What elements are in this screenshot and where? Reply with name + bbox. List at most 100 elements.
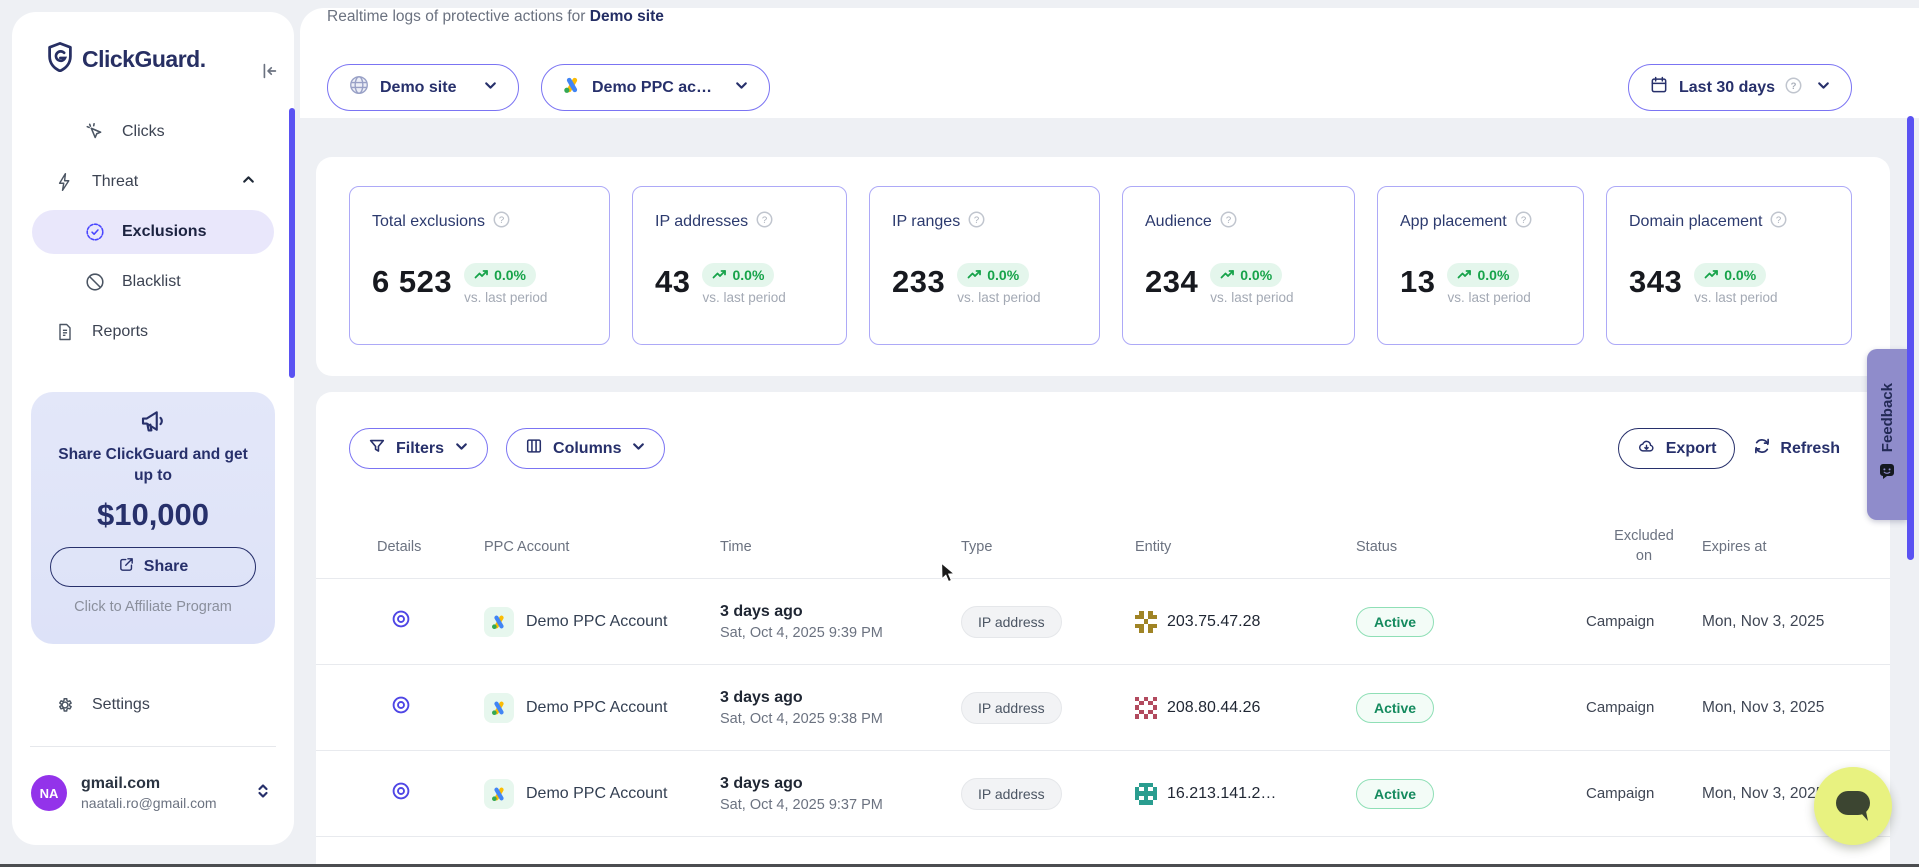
sidebar-item-clicks[interactable]: Clicks: [32, 110, 274, 154]
page-scrollbar[interactable]: [1907, 116, 1914, 560]
stat-card: App placement?130.0%vs. last period: [1377, 186, 1584, 345]
status-badge: Active: [1356, 693, 1434, 723]
stat-delta: 0.0%: [732, 267, 764, 283]
megaphone-icon: [137, 423, 169, 440]
time-cell: 3 days ago Sat, Oct 4, 2025 9:37 PM: [720, 775, 961, 813]
entity-identicon: [1135, 783, 1157, 805]
brand-name: ClickGuard.: [82, 46, 206, 73]
sidebar-item-label: Threat: [92, 173, 138, 191]
columns-button[interactable]: Columns: [506, 428, 665, 469]
entity-cell: 208.80.44.26: [1135, 697, 1356, 719]
feedback-tab[interactable]: Feedback: [1867, 349, 1907, 520]
sidebar-item-blacklist[interactable]: Blacklist: [32, 260, 274, 304]
sidebar-item-label: Blacklist: [122, 273, 181, 291]
column-header: Status: [1356, 539, 1586, 555]
stat-value: 6 523: [372, 266, 452, 311]
avatar: NA: [31, 775, 67, 811]
trending-up-icon: [1220, 267, 1235, 283]
google-ads-icon: [562, 75, 582, 100]
funnel-icon: [368, 437, 386, 460]
stat-title: Domain placement: [1629, 213, 1762, 231]
filters-button[interactable]: Filters: [349, 428, 488, 469]
exclusions-table: DetailsPPC AccountTimeTypeEntityStatusEx…: [316, 516, 1890, 867]
entity-value: 208.80.44.26: [1167, 699, 1260, 717]
question-circle-icon[interactable]: ?: [968, 211, 985, 233]
share-button-label: Share: [144, 558, 188, 576]
type-badge: IP address: [961, 606, 1062, 638]
details-eye-icon[interactable]: [390, 694, 412, 716]
column-header: Entity: [1135, 539, 1356, 555]
expires-at-cell: Mon, Nov 3, 2025: [1702, 613, 1890, 631]
shield-logo-icon: [46, 42, 74, 77]
question-circle-icon[interactable]: ?: [1220, 211, 1237, 233]
entity-cell: 203.75.47.28: [1135, 611, 1356, 633]
question-circle-icon[interactable]: ?: [1770, 211, 1787, 233]
chat-widget-button[interactable]: [1814, 767, 1892, 845]
refresh-button[interactable]: Refresh: [1753, 428, 1840, 469]
page-subtitle: Realtime logs of protective actions for …: [327, 8, 664, 26]
affiliate-promo-card[interactable]: Share ClickGuard and get up to $10,000 S…: [31, 392, 275, 644]
export-button[interactable]: Export: [1618, 428, 1736, 469]
refresh-button-label: Refresh: [1780, 440, 1840, 458]
stat-compare-label: vs. last period: [1447, 290, 1530, 311]
sidebar-scrollbar[interactable]: [289, 108, 295, 378]
sidebar-collapse-icon[interactable]: [258, 60, 280, 87]
date-range-dropdown[interactable]: Last 30 days ?: [1628, 64, 1852, 111]
time-absolute: Sat, Oct 4, 2025 9:39 PM: [720, 625, 961, 641]
stat-card: IP ranges?2330.0%vs. last period: [869, 186, 1100, 345]
time-cell: 3 days agoSat, Oct 4, 2025 9:39 PM: [720, 603, 961, 641]
account-selector-dropdown[interactable]: Demo PPC ac…: [541, 64, 770, 111]
select-updown-icon: [256, 782, 270, 805]
ppc-account-cell: Demo PPC Account: [484, 693, 720, 723]
cursor-click-icon: [84, 121, 106, 143]
site-selector-value: Demo site: [380, 79, 456, 97]
time-relative: 3 days ago: [720, 775, 961, 793]
table-row: Demo PPC Account3 days ago Sat, Oct 4, 20…: [316, 750, 1890, 836]
question-circle-icon[interactable]: ?: [1515, 211, 1532, 233]
stat-compare-label: vs. last period: [957, 290, 1040, 311]
svg-text:?: ?: [762, 215, 767, 226]
stat-delta: 0.0%: [1724, 267, 1756, 283]
stat-card: Domain placement?3430.0%vs. last period: [1606, 186, 1852, 345]
columns-button-label: Columns: [553, 440, 621, 458]
sidebar: ClickGuard. Clicks Threat Exclusions: [12, 12, 294, 845]
sidebar-item-threat[interactable]: Threat: [32, 160, 274, 204]
table-row: Demo PPC Account3 days agoSat, Oct 4, 20…: [316, 578, 1890, 664]
affiliate-link[interactable]: Click to Affiliate Program: [31, 599, 275, 615]
columns-icon: [525, 437, 543, 460]
table-row: Demo PPC Account3 days agoSat, Oct 4, 20…: [316, 664, 1890, 750]
chevron-down-icon: [454, 439, 469, 459]
details-eye-icon[interactable]: [390, 780, 412, 802]
question-circle-icon[interactable]: ?: [493, 211, 510, 233]
stat-value: 233: [892, 266, 945, 311]
details-eye-icon[interactable]: [390, 608, 412, 630]
sidebar-nav: Clicks Threat Exclusions Blacklist: [32, 110, 274, 360]
stats-panel: Total exclusions?6 5230.0%vs. last perio…: [316, 157, 1890, 376]
question-circle-icon[interactable]: ?: [756, 211, 773, 233]
user-account[interactable]: NA gmail.com naatali.ro@gmail.com: [31, 763, 280, 823]
sidebar-divider: [30, 746, 276, 747]
time-absolute: Sat, Oct 4, 2025 9:37 PM: [720, 797, 961, 813]
stat-compare-label: vs. last period: [702, 290, 785, 311]
sidebar-item-label: Reports: [92, 323, 148, 341]
trending-up-icon: [1457, 267, 1472, 283]
stat-value: 43: [655, 266, 690, 311]
sidebar-item-settings[interactable]: Settings: [32, 685, 272, 725]
trending-up-icon: [474, 267, 489, 283]
stat-compare-label: vs. last period: [1694, 290, 1777, 311]
ppc-account-cell: Demo PPC Account: [484, 779, 720, 809]
ban-icon: [84, 271, 106, 293]
sidebar-item-reports[interactable]: Reports: [32, 310, 274, 354]
chevron-down-icon: [1816, 78, 1831, 98]
google-ads-icon: [484, 779, 514, 809]
user-name: gmail.com: [81, 775, 217, 793]
entity-value: 16.213.141.2…: [1167, 785, 1276, 803]
google-ads-icon: [484, 607, 514, 637]
document-icon: [54, 321, 76, 343]
promo-text: Share ClickGuard and get up to: [31, 445, 275, 487]
share-button[interactable]: Share: [50, 547, 256, 587]
site-selector-dropdown[interactable]: Demo site: [327, 64, 519, 111]
account-selector-value: Demo PPC ac…: [592, 79, 712, 97]
globe-icon: [348, 74, 370, 101]
sidebar-item-exclusions[interactable]: Exclusions: [32, 210, 274, 254]
